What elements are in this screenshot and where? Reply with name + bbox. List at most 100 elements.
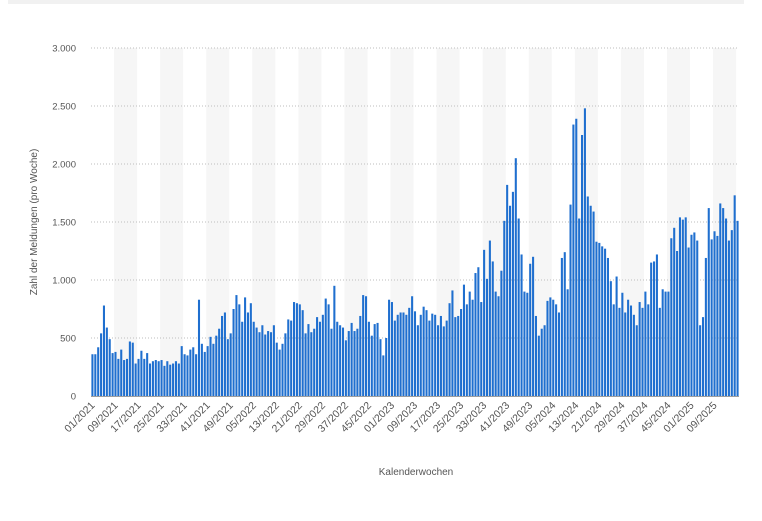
bar bbox=[195, 354, 198, 396]
bar bbox=[186, 355, 189, 396]
bar bbox=[304, 333, 307, 396]
bar bbox=[468, 291, 471, 396]
bar bbox=[604, 248, 607, 396]
bar bbox=[598, 242, 601, 396]
bar bbox=[641, 307, 644, 396]
bar bbox=[373, 324, 376, 396]
bar bbox=[434, 314, 437, 396]
bar bbox=[258, 332, 261, 396]
bar bbox=[221, 315, 224, 396]
bar bbox=[362, 295, 365, 396]
y-tick-label: 2.000 bbox=[52, 160, 76, 171]
bar bbox=[560, 257, 563, 396]
bar bbox=[612, 304, 615, 396]
bar bbox=[180, 346, 183, 396]
bar bbox=[339, 325, 342, 396]
bar bbox=[100, 333, 103, 396]
bar bbox=[356, 328, 359, 396]
bar bbox=[344, 340, 347, 396]
bar bbox=[353, 331, 356, 396]
bar bbox=[108, 339, 111, 396]
bar bbox=[310, 332, 313, 396]
bar bbox=[94, 354, 97, 396]
bar bbox=[341, 327, 345, 396]
bar bbox=[128, 341, 131, 396]
bar bbox=[405, 314, 408, 396]
bar bbox=[393, 320, 396, 396]
bar bbox=[661, 289, 664, 396]
bar bbox=[102, 305, 105, 396]
bar bbox=[552, 299, 555, 396]
bar bbox=[290, 320, 293, 396]
bar bbox=[293, 302, 296, 396]
y-tick-label: 500 bbox=[60, 334, 76, 345]
bar bbox=[261, 325, 264, 396]
bar bbox=[653, 261, 656, 396]
bar bbox=[146, 353, 149, 396]
bar bbox=[246, 312, 249, 396]
bar bbox=[699, 325, 702, 396]
bar bbox=[97, 347, 100, 396]
bar bbox=[281, 343, 284, 396]
bar bbox=[330, 328, 333, 396]
bar bbox=[480, 302, 483, 396]
bar bbox=[532, 256, 535, 396]
bar bbox=[638, 302, 641, 396]
bar bbox=[615, 276, 618, 396]
bar bbox=[673, 227, 676, 396]
bar bbox=[284, 333, 287, 396]
bar bbox=[520, 254, 523, 396]
bar bbox=[402, 312, 405, 396]
bar bbox=[722, 208, 725, 396]
bar bbox=[647, 304, 650, 396]
bar bbox=[451, 290, 454, 396]
bar bbox=[376, 322, 379, 396]
bar bbox=[166, 361, 169, 396]
bar bbox=[477, 267, 480, 396]
bar bbox=[379, 339, 382, 396]
y-tick-label: 3.000 bbox=[52, 44, 76, 55]
bar bbox=[509, 205, 512, 396]
bar bbox=[413, 311, 417, 396]
bar bbox=[117, 358, 120, 396]
bar bbox=[350, 322, 353, 396]
bar bbox=[696, 240, 699, 396]
bar bbox=[105, 327, 108, 396]
bar bbox=[160, 360, 163, 396]
bar bbox=[359, 315, 362, 396]
bar bbox=[203, 351, 206, 396]
bar bbox=[336, 321, 339, 396]
bar bbox=[457, 315, 460, 396]
bar bbox=[174, 361, 177, 396]
bar bbox=[229, 333, 232, 396]
bar bbox=[650, 262, 653, 396]
x-tick-labels: 01/202109/202117/202125/202133/202141/20… bbox=[62, 400, 720, 435]
bar bbox=[137, 358, 140, 396]
bar bbox=[483, 249, 486, 396]
bar bbox=[192, 347, 195, 396]
bar bbox=[313, 328, 316, 396]
bar bbox=[555, 304, 558, 396]
bar bbox=[316, 317, 319, 396]
bar bbox=[131, 342, 134, 396]
bar bbox=[629, 305, 633, 396]
bar bbox=[396, 314, 399, 396]
bar bbox=[488, 240, 491, 396]
bar bbox=[609, 281, 612, 396]
bar bbox=[546, 300, 549, 396]
bar bbox=[589, 205, 592, 396]
bar bbox=[215, 335, 218, 396]
bar bbox=[399, 312, 402, 396]
bar bbox=[125, 358, 129, 396]
bar bbox=[670, 238, 673, 396]
bar bbox=[416, 325, 419, 396]
bar bbox=[621, 292, 624, 396]
bar bbox=[557, 312, 561, 396]
bar bbox=[471, 299, 474, 396]
bar bbox=[238, 304, 241, 396]
bar bbox=[725, 218, 728, 396]
bar bbox=[189, 349, 192, 396]
bar bbox=[439, 315, 442, 396]
y-tick-labels: 0 500 1.000 1.500 2.000 2.500 3.000 bbox=[52, 44, 76, 403]
bar bbox=[278, 349, 281, 396]
